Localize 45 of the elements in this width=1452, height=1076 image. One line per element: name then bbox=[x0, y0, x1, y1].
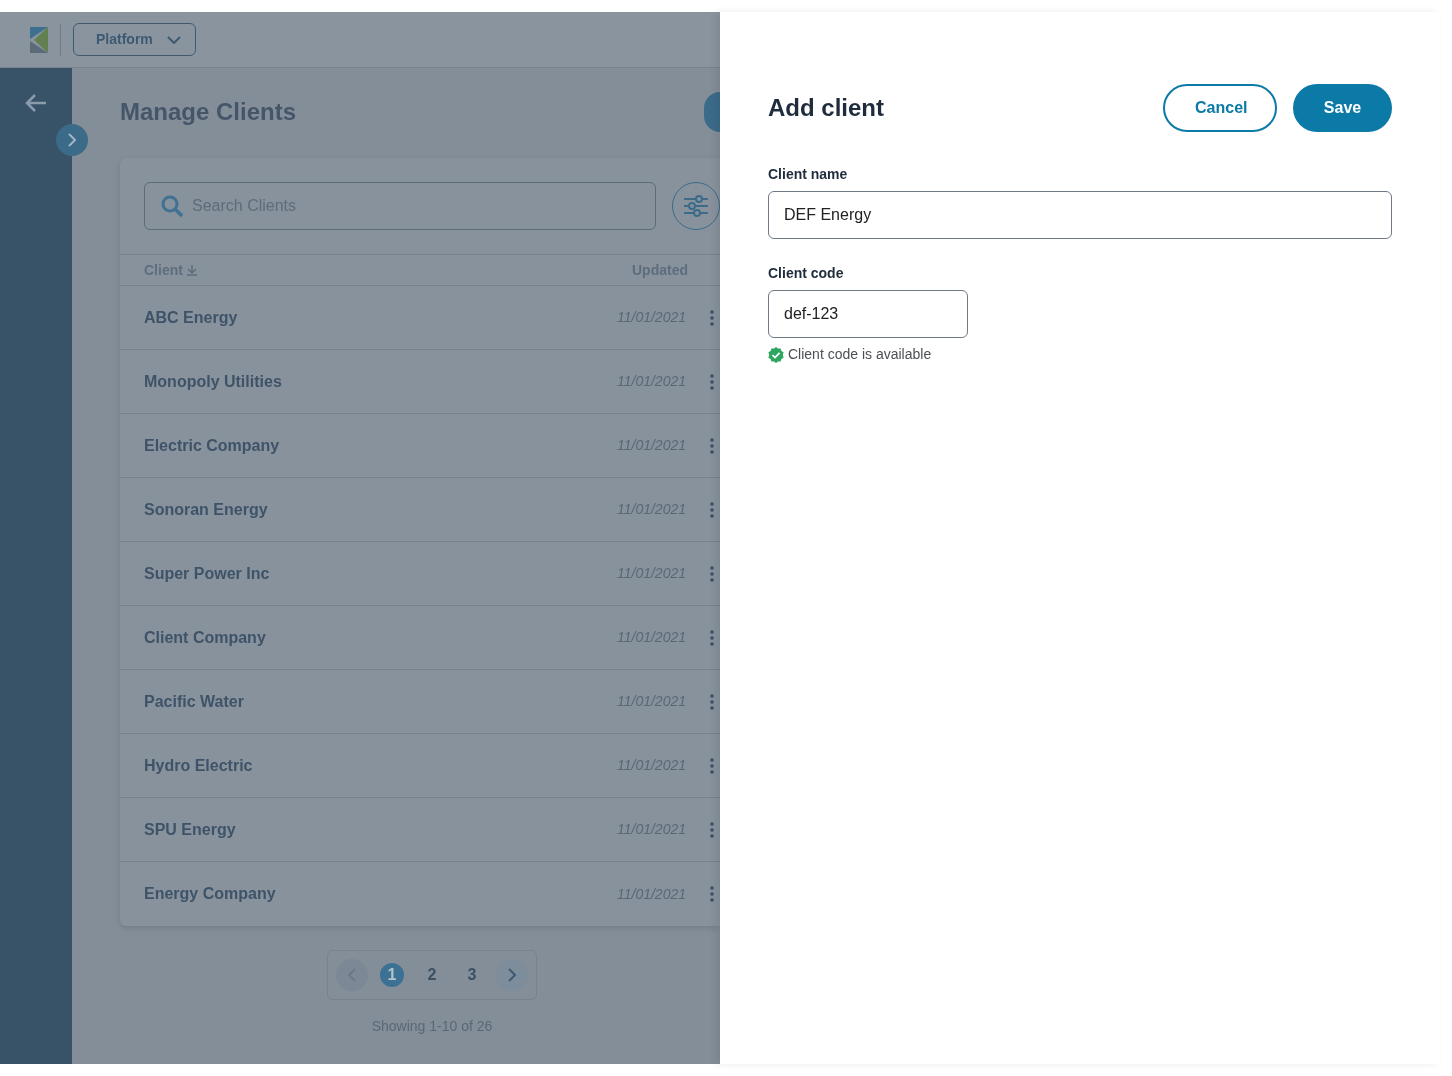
kebab-icon bbox=[710, 629, 714, 646]
chevron-down-icon bbox=[166, 35, 181, 44]
save-button[interactable]: Save bbox=[1293, 84, 1392, 132]
field-label: Client name bbox=[768, 165, 849, 184]
search-icon bbox=[160, 194, 184, 218]
logo-icon bbox=[30, 26, 48, 53]
sliders-icon bbox=[683, 195, 709, 217]
validation-message: Client code is available bbox=[788, 345, 932, 364]
cancel-button[interactable]: Cancel bbox=[1163, 84, 1277, 132]
page-button[interactable]: 2 bbox=[416, 959, 448, 991]
kebab-icon bbox=[710, 565, 714, 582]
kebab-icon bbox=[710, 437, 714, 454]
page-button[interactable]: 3 bbox=[456, 959, 488, 991]
add-button[interactable] bbox=[704, 92, 720, 132]
check-badge-icon bbox=[768, 346, 784, 363]
chevron-right-icon bbox=[68, 133, 76, 147]
chevron-right-icon bbox=[508, 968, 516, 982]
client-name[interactable]: Super Power Inc bbox=[144, 561, 617, 586]
client-name[interactable]: ABC Energy bbox=[144, 305, 617, 330]
sort-icon bbox=[186, 264, 197, 276]
client-name[interactable]: Hydro Electric bbox=[144, 753, 617, 778]
client-name[interactable]: Sonoran Energy bbox=[144, 497, 617, 522]
client-name[interactable]: Pacific Water bbox=[144, 689, 617, 714]
client-name[interactable]: SPU Energy bbox=[144, 817, 617, 842]
input-field[interactable]: def-123 bbox=[768, 290, 968, 338]
field-label: Client code bbox=[768, 264, 845, 283]
kebab-icon bbox=[710, 886, 714, 902]
kebab-icon bbox=[710, 821, 714, 838]
page-title: Manage Clients bbox=[120, 97, 297, 127]
kebab-icon bbox=[710, 501, 714, 518]
kebab-icon bbox=[710, 757, 714, 774]
client-name[interactable]: Monopoly Utilities bbox=[144, 369, 617, 394]
client-name[interactable]: Energy Company bbox=[144, 882, 617, 906]
expand-sidebar-button[interactable] bbox=[56, 124, 88, 156]
back-arrow-icon[interactable] bbox=[25, 94, 47, 112]
input-field[interactable]: DEF Energy bbox=[768, 191, 1392, 239]
platform-dropdown[interactable]: Platform bbox=[73, 23, 196, 56]
panel-title: Add client bbox=[768, 93, 884, 123]
kebab-icon bbox=[710, 693, 714, 710]
client-name[interactable]: Client Company bbox=[144, 625, 617, 650]
kebab-icon bbox=[710, 373, 714, 390]
client-name[interactable]: Electric Company bbox=[144, 433, 617, 458]
kebab-icon bbox=[710, 309, 714, 326]
page-button[interactable]: 1 bbox=[380, 963, 404, 987]
next-page-button[interactable] bbox=[496, 959, 528, 991]
